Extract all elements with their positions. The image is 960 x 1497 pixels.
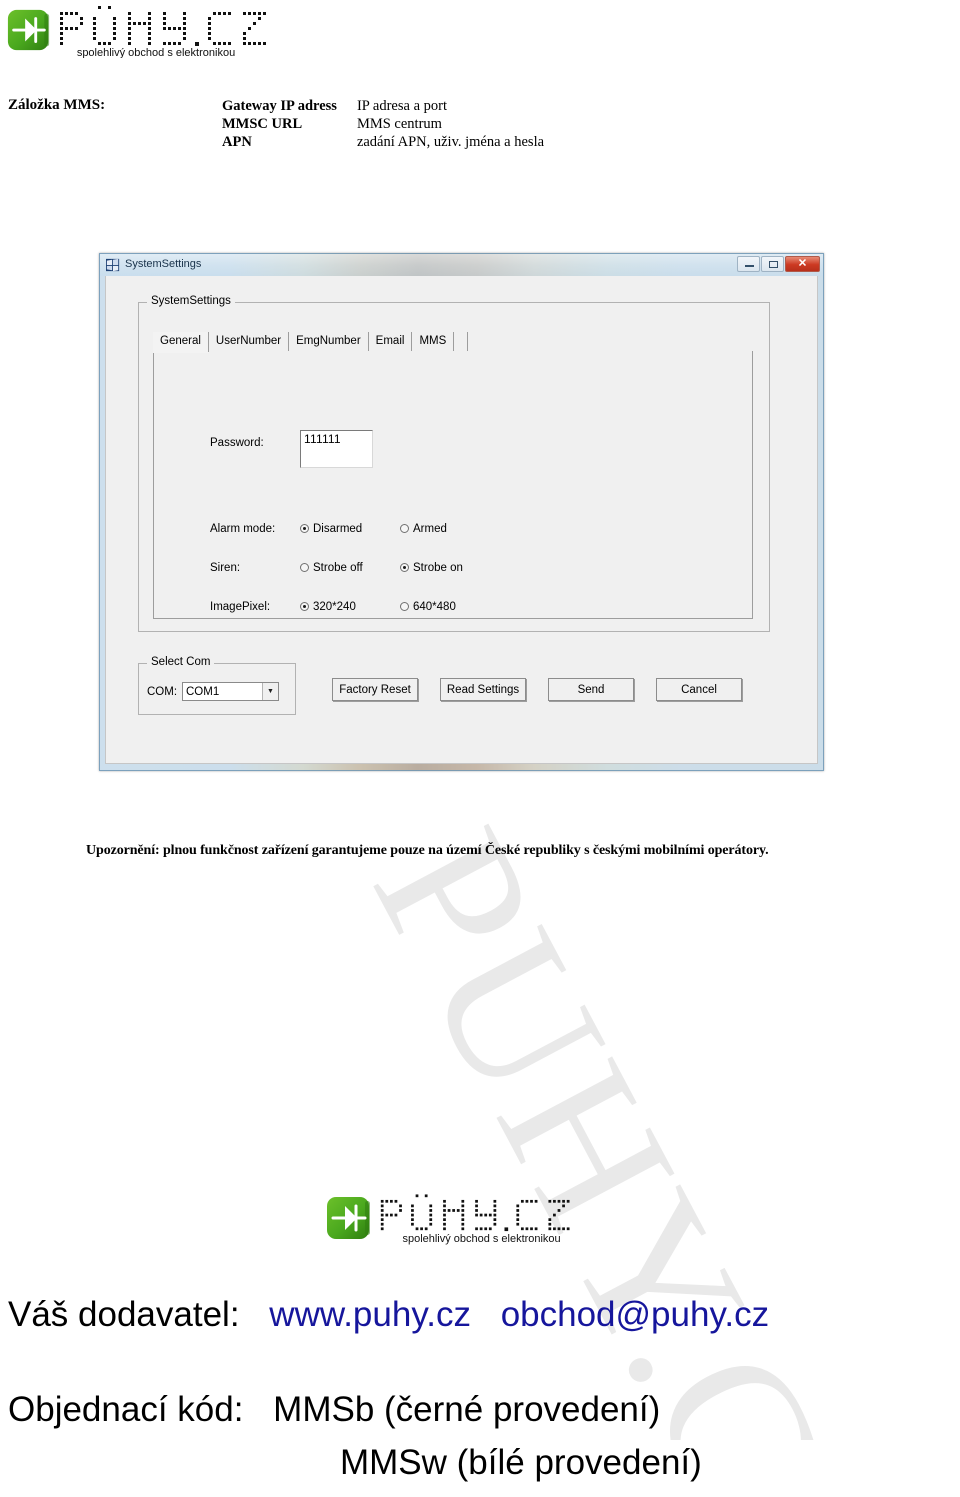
radio-alarm-disarmed[interactable]: Disarmed [300,523,362,535]
notice-text: Upozornění: plnou funkčnost zařízení gar… [86,843,769,858]
factory-reset-button[interactable]: Factory Reset [332,678,418,701]
puhy-logo-mark-icon [7,9,50,51]
system-settings-window: SystemSettings ✕ SystemSettings General … [99,253,824,771]
brand-tagline: spolehlivý obchod s elektronikou [403,1233,561,1245]
row-key: MMSC URL [222,116,303,132]
close-icon: ✕ [797,257,808,270]
supplier-label: Váš dodavatel: [8,1295,240,1334]
window-controls: ✕ [737,256,820,272]
close-button[interactable]: ✕ [785,256,820,272]
row-key: Gateway IP adress [222,98,337,114]
maximize-icon [769,261,778,268]
image-pixel-label: ImagePixel: [210,601,271,613]
radio-pixel-640x480[interactable]: 640*480 [400,601,456,613]
radio-dot-icon [400,602,409,611]
radio-siren-strobe-on[interactable]: Strobe on [400,562,463,574]
order-code-line-1: Objednací kód: MMSb (černé provedení) [8,1390,660,1430]
radio-label: 640*480 [413,601,456,613]
radio-dot-icon [300,524,309,533]
system-settings-groupbox: SystemSettings General UserNumber EmgNum… [138,295,770,632]
tab-email[interactable]: Email [368,332,413,351]
radio-siren-strobe-off[interactable]: Strobe off [300,562,363,574]
window-title-bar[interactable]: SystemSettings ✕ [100,254,823,276]
chevron-down-icon[interactable]: ▼ [262,683,278,700]
radio-dot-icon [400,563,409,572]
app-icon [106,258,120,272]
window-title: SystemSettings [125,258,202,270]
radio-label: 320*240 [313,601,356,613]
siren-label: Siren: [210,562,241,574]
select-com-groupbox: Select Com COM: COM1 ▼ [138,656,296,715]
com-port-select[interactable]: COM1 ▼ [182,682,279,701]
minimize-icon [745,265,754,267]
mms-settings-key-table: Gateway IP adress IP adresa a port MMSC … [222,97,544,151]
radio-dot-icon [300,602,309,611]
order-code-line-2: MMSw (bílé provedení) [340,1443,702,1483]
brand-tagline: spolehlivý obchod s elektronikou [77,47,235,58]
puhy-wordmark: spolehlivý obchod s elektronikou [380,1194,570,1245]
radio-label: Armed [413,523,447,535]
table-row: Gateway IP adress IP adresa a port [222,97,544,115]
tab-general[interactable]: General [153,332,209,352]
tab-usernumber[interactable]: UserNumber [208,332,290,351]
tab-mms[interactable]: MMS [412,332,455,351]
minimize-button[interactable] [737,256,760,272]
password-input[interactable]: 111111 [300,430,373,468]
row-key: APN [222,134,252,150]
row-value: IP adresa a port [356,98,447,114]
order-code-white: MMSw (bílé provedení) [340,1443,702,1482]
groupbox-title: SystemSettings [147,295,235,307]
order-code-black: MMSb (černé provedení) [273,1390,661,1429]
com-label: COM: [147,686,178,698]
radio-dot-icon [300,563,309,572]
radio-alarm-armed[interactable]: Armed [400,523,447,535]
table-row: MMSC URL MMS centrum [222,115,544,133]
brand-logo-top: spolehlivý obchod s elektronikou [6,6,296,58]
supplier-line: Váš dodavatel: www.puhy.cz obchod@puhy.c… [8,1295,769,1335]
watermark-text: PUHY.CZ [331,797,926,1440]
com-port-value: COM1 [186,685,220,698]
puhy-logo-mark-icon [327,1197,370,1239]
section-label: Záložka MMS: [8,97,106,113]
read-settings-button[interactable]: Read Settings [440,678,526,701]
radio-label: Strobe off [313,562,363,574]
order-code-label: Objednací kód: [8,1390,244,1429]
tab-page-general: Password: 111111 Alarm mode: Disarmed Ar… [153,351,753,619]
radio-dot-icon [400,524,409,533]
email-link[interactable]: obchod@puhy.cz [501,1295,769,1334]
website-link[interactable]: www.puhy.cz [269,1295,471,1334]
row-value: MMS centrum [356,116,442,132]
send-button[interactable]: Send [548,678,634,701]
settings-tabstrip: General UserNumber EmgNumber Email MMS . [153,331,753,352]
window-client-area: SystemSettings General UserNumber EmgNum… [105,276,818,764]
select-com-title: Select Com [147,656,215,668]
radio-label: Strobe on [413,562,463,574]
table-row: APN zadání APN, uživ. jména a hesla [222,133,544,151]
tabstrip-filler: . [454,332,469,351]
brand-logo-bottom: spolehlivý obchod s elektronikou [325,1192,597,1254]
tab-emgnumber[interactable]: EmgNumber [289,332,369,351]
cancel-button[interactable]: Cancel [656,678,742,701]
maximize-button[interactable] [761,256,784,272]
application-screenshot: SystemSettings ✕ SystemSettings General … [99,253,824,771]
radio-pixel-320x240[interactable]: 320*240 [300,601,356,613]
password-label: Password: [210,437,264,449]
radio-label: Disarmed [313,523,363,535]
puhy-wordmark: spolehlivý obchod s elektronikou [60,6,266,58]
row-value: zadání APN, uživ. jména a hesla [356,134,545,150]
alarm-mode-label: Alarm mode: [210,523,276,535]
